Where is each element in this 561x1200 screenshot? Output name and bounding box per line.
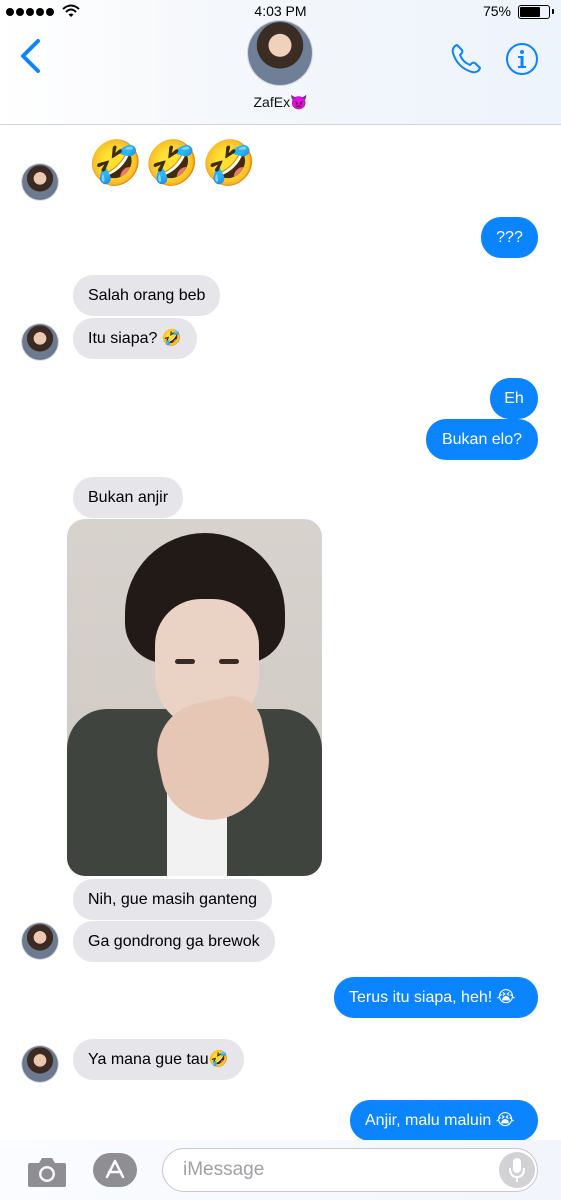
outgoing-message-bubble: Bukan elo? bbox=[426, 419, 538, 460]
outgoing-message-bubble: ??? bbox=[481, 217, 538, 258]
outgoing-message-bubble: Terus itu siapa, heh! 😭 bbox=[334, 977, 538, 1018]
back-chevron-icon[interactable] bbox=[18, 38, 44, 74]
sender-avatar bbox=[22, 1046, 58, 1082]
incoming-message-bubble: Ga gondrong ga brewok bbox=[73, 921, 275, 962]
incoming-message-bubble: Bukan anjir bbox=[73, 477, 184, 518]
status-bar: 4:03 PM 75% bbox=[0, 0, 561, 24]
status-time: 4:03 PM bbox=[254, 3, 307, 19]
outgoing-message-bubble: Eh bbox=[490, 378, 538, 419]
sender-avatar bbox=[22, 923, 58, 959]
sender-avatar bbox=[22, 324, 58, 360]
incoming-message-bubble: Itu siapa? 🤣 bbox=[73, 318, 197, 359]
message-input[interactable]: iMessage bbox=[162, 1148, 538, 1192]
incoming-message-bubble: Salah orang beb bbox=[73, 275, 221, 316]
app-store-icon[interactable] bbox=[93, 1153, 137, 1187]
contact-name[interactable]: ZafEx👿 bbox=[0, 94, 561, 111]
contact-avatar[interactable] bbox=[248, 21, 312, 85]
photo-attachment[interactable] bbox=[67, 519, 322, 876]
microphone-icon[interactable] bbox=[499, 1152, 535, 1188]
battery-icon bbox=[518, 5, 554, 19]
camera-icon[interactable] bbox=[26, 1153, 68, 1189]
incoming-message-bubble: Ya mana gue tau🤣 bbox=[73, 1039, 244, 1080]
emoji-message: 🤣🤣🤣 bbox=[88, 139, 259, 188]
battery-percent: 75% bbox=[482, 3, 511, 19]
info-icon[interactable] bbox=[505, 42, 539, 76]
sender-avatar bbox=[22, 164, 58, 200]
incoming-message-bubble: Nih, gue masih ganteng bbox=[73, 879, 272, 920]
phone-call-icon[interactable] bbox=[448, 41, 484, 77]
outgoing-message-bubble: Anjir, malu maluin 😭 bbox=[350, 1100, 538, 1141]
